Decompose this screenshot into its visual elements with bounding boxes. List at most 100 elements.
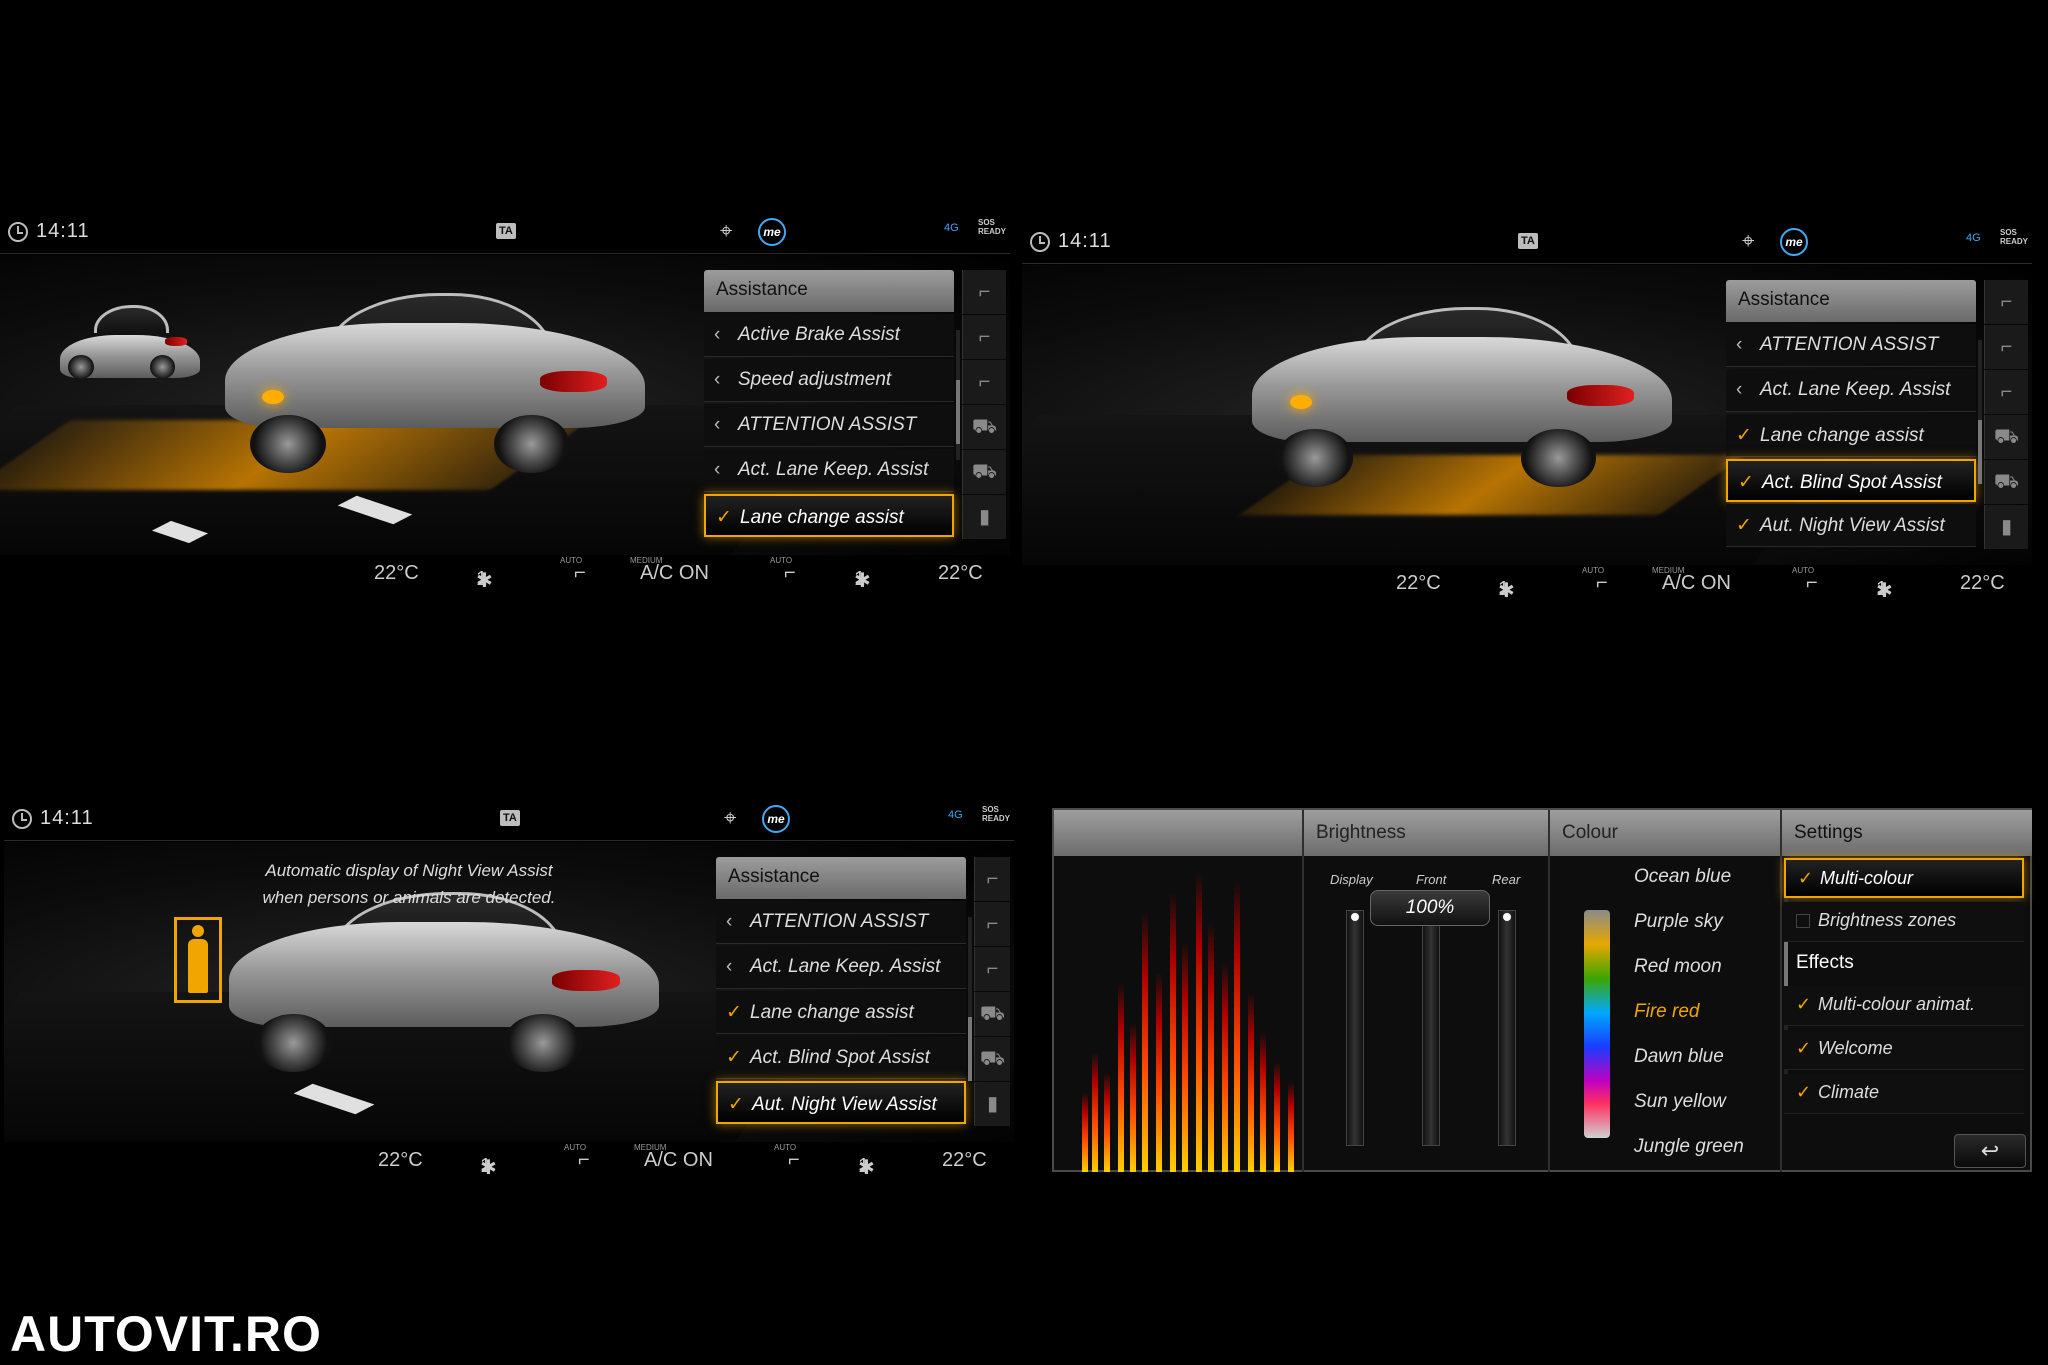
mercedes-me-icon[interactable]: me [762,805,790,833]
menu-item-attention-assist[interactable]: ‹ ATTENTION ASSIST [1726,324,1976,367]
menu-scrollbar[interactable] [968,917,972,1081]
menu-item-speed-adjustment[interactable]: ‹ Speed adjustment [704,359,954,402]
seat-massage-icon[interactable]: ⌐ [962,315,1006,359]
ambient-preview [1078,856,1328,1172]
ac-status[interactable]: A/C ON [640,562,709,585]
seat-airflow-icon-right[interactable]: ⌐ [788,1149,800,1172]
ego-car [1252,307,1672,488]
menu-item-lane-keep-assist[interactable]: ‹ Act. Lane Keep. Assist [716,946,966,989]
sos-ready-indicator: SOS READY [982,805,1011,823]
menu-item-lane-keep-assist[interactable]: ‹ Act. Lane Keep. Assist [704,449,954,492]
seat-icon[interactable]: ⌐ [974,857,1010,901]
colour-purple-sky[interactable]: Purple sky [1634,911,1794,933]
seat-airflow-icon-right[interactable]: ⌐ [784,562,796,585]
return-arrow-icon[interactable]: ↩ [1954,1134,2026,1168]
car-assist-icon[interactable]: ⛟ [974,1037,1010,1081]
clock-icon [12,809,32,829]
seat-massage-icon[interactable]: ⌐ [974,902,1010,946]
right-temperature[interactable]: 22°C [938,562,983,585]
effect-climate[interactable]: ✓ Climate [1784,1074,2024,1114]
assistance-menu: Assistance ‹ ATTENTION ASSIST ‹ Act. Lane … [1726,280,1976,547]
seat-airflow-icon[interactable]: ⌐ [574,562,586,585]
menu-item-night-view-assist[interactable]: ✓ Aut. Night View Assist [716,1081,966,1124]
clock-icon [1030,232,1050,252]
ego-car [225,293,645,474]
colour-jungle-green[interactable]: Jungle green [1634,1136,1794,1158]
left-temperature[interactable]: 22°C [1396,572,1441,595]
menu-item-lane-change-assist[interactable]: ✓ Lane change assist [1726,414,1976,457]
colour-sun-yellow[interactable]: Sun yellow [1634,1091,1794,1113]
equalizer-icon[interactable]: ▮ [974,1082,1010,1126]
night-view-note: Automatic display of Night View Assist w… [262,861,556,907]
menu-item-lane-change-assist[interactable]: ✓ Lane change assist [704,494,954,537]
mercedes-me-icon[interactable]: me [758,218,786,246]
seat-airflow-icon-right[interactable]: ⌐ [1806,572,1818,595]
seat-icon[interactable]: ⌐ [962,270,1006,314]
menu-item-attention-assist[interactable]: ‹ ATTENTION ASSIST [704,404,954,447]
assistance-menu: Assistance ‹ Active Brake Assist ‹ Speed a… [704,270,954,537]
settings-header: Settings [1782,810,2032,856]
car-front-icon[interactable]: ⛟ [1984,415,2028,459]
left-temperature[interactable]: 22°C [378,1149,423,1172]
seat-heat-icon[interactable]: ⌐ [962,360,1006,404]
clock-time: 14:11 [40,807,94,829]
menu-item-lane-change-assist[interactable]: ✓ Lane change assist [716,991,966,1034]
right-temperature[interactable]: 22°C [1960,572,2005,595]
climate-bar: 22°C ✱ 1 AUTO ⌐ MEDIUM A/C ON AUTO ⌐ ✱ 1… [1396,566,2005,602]
seat-massage-icon[interactable]: ⌐ [1984,325,2028,369]
traffic-announcement-badge: TA [1518,233,1538,249]
left-temperature[interactable]: 22°C [374,562,419,585]
menu-scrollbar[interactable] [1978,340,1982,484]
assistance-menu: Assistance ‹ ATTENTION ASSIST ‹ Act. Lane … [716,857,966,1124]
car-assist-icon[interactable]: ⛟ [1984,460,2028,504]
climate-bar: 22°C ✱ 1 AUTO ⌐ MEDIUM A/C ON AUTO ⌐ ✱ 1… [374,556,983,592]
slider-label-rear: Rear [1492,872,1521,887]
seat-heat-icon[interactable]: ⌐ [974,947,1010,991]
seat-heat-icon[interactable]: ⌐ [1984,370,2028,414]
seat-icon[interactable]: ⌐ [1984,280,2028,324]
ac-status[interactable]: A/C ON [644,1149,713,1172]
colour-ocean-blue[interactable]: Ocean blue [1634,866,1794,888]
menu-item-blind-spot-assist[interactable]: ✓ Act. Blind Spot Assist [716,1036,966,1079]
network-4g-icon: 4G [948,809,963,821]
car-front-icon[interactable]: ⛟ [974,992,1010,1036]
column-divider [1780,810,1782,1172]
colour-dawn-blue[interactable]: Dawn blue [1634,1046,1794,1068]
setting-brightness-zones[interactable]: Brightness zones [1784,902,2024,942]
menu-item-lane-keep-assist[interactable]: ‹ Act. Lane Keep. Assist [1726,369,1976,412]
ac-status[interactable]: A/C ON [1662,572,1731,595]
sos-ready-indicator: SOS READY [2000,228,2029,246]
preview-header [1054,810,1302,856]
seat-airflow-icon[interactable]: ⌐ [1596,572,1608,595]
ego-car [229,892,659,1073]
car-front-icon[interactable]: ⛟ [962,405,1006,449]
menu-item-night-view-assist[interactable]: ✓ Aut. Night View Assist [1726,504,1976,547]
colour-red-moon[interactable]: Red moon [1634,956,1794,978]
menu-scrollbar[interactable] [956,330,960,460]
effect-multi-colour-animation[interactable]: ✓ Multi-colour animat. [1784,986,2024,1026]
navigation-pin-icon[interactable]: ⌖ [724,805,736,831]
clock-time: 14:11 [1058,230,1112,252]
setting-multi-colour[interactable]: ✓ Multi-colour [1784,858,2024,898]
display-brightness-slider[interactable] [1346,910,1364,1146]
navigation-pin-icon[interactable]: ⌖ [720,218,732,244]
menu-title: Assistance [716,857,966,899]
equalizer-icon[interactable]: ▮ [962,495,1006,539]
menu-item-blind-spot-assist[interactable]: ✓ Act. Blind Spot Assist [1726,459,1976,502]
right-temperature[interactable]: 22°C [942,1149,987,1172]
sos-ready-indicator: SOS READY [978,218,1007,236]
menu-item-attention-assist[interactable]: ‹ ATTENTION ASSIST [716,901,966,944]
colour-fire-red[interactable]: Fire red [1634,1001,1794,1023]
menu-item-active-brake-assist[interactable]: ‹ Active Brake Assist [704,314,954,357]
ambient-lighting-panel: Brightness Colour Settings Display Front… [1052,808,2032,1172]
clock-time: 14:11 [36,220,90,242]
mercedes-me-icon[interactable]: me [1780,228,1808,256]
screen-ambient-lighting: Brightness Colour Settings Display Front… [1052,808,2032,1172]
equalizer-icon[interactable]: ▮ [1984,505,2028,549]
rear-brightness-slider[interactable] [1498,910,1516,1146]
effect-welcome[interactable]: ✓ Welcome [1784,1030,2024,1070]
navigation-pin-icon[interactable]: ⌖ [1742,228,1754,254]
seat-airflow-icon[interactable]: ⌐ [578,1149,590,1172]
car-assist-icon[interactable]: ⛟ [962,450,1006,494]
front-brightness-slider[interactable] [1422,910,1440,1146]
